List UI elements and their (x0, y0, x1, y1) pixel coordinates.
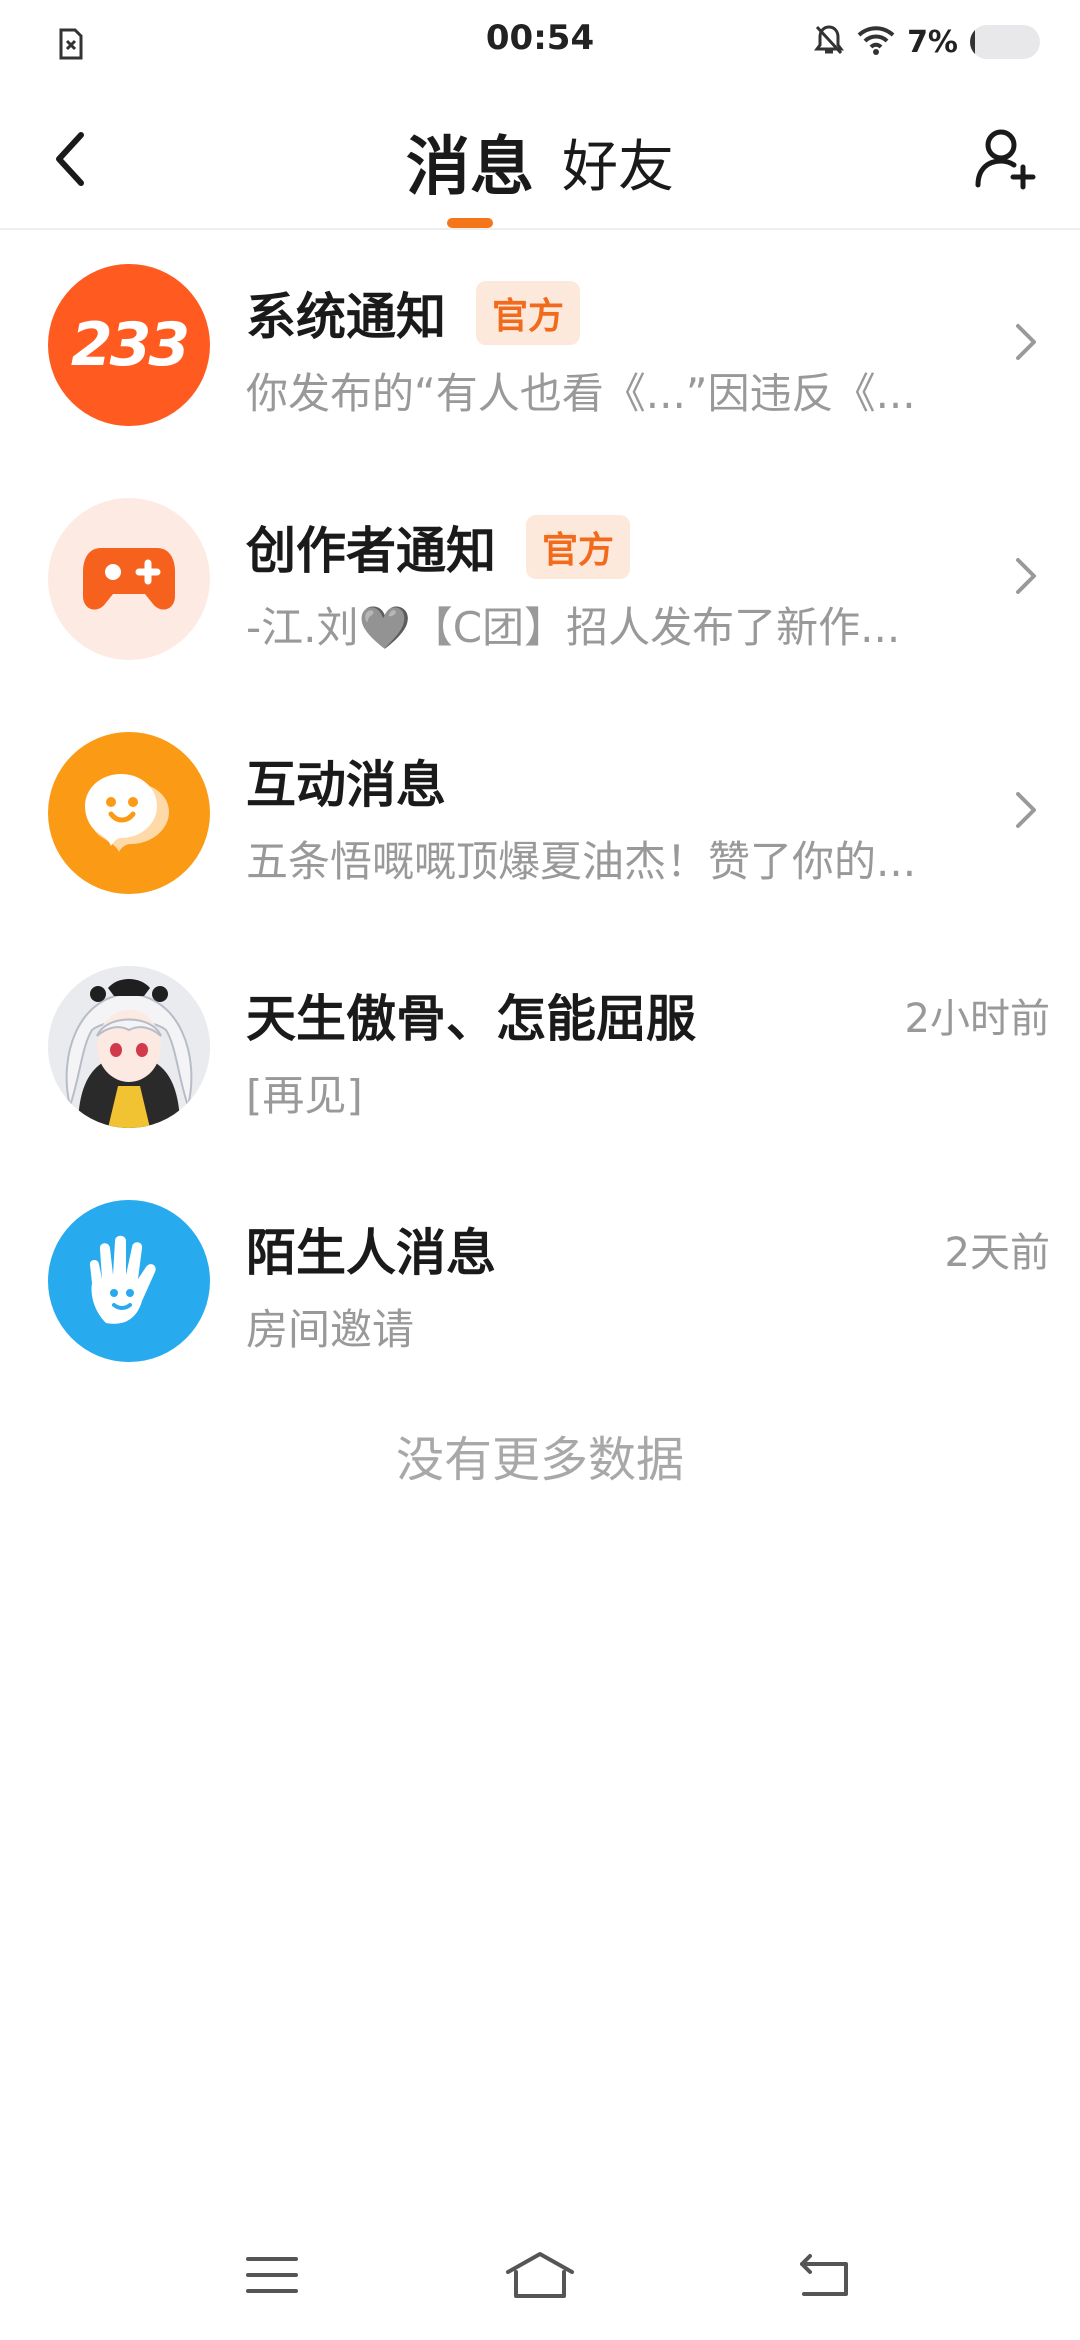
battery-percent: 7% (907, 24, 958, 60)
tab-messages-label: 消息 (406, 131, 534, 205)
stranger-avatar (48, 1200, 210, 1362)
user-avatar (48, 966, 210, 1128)
chat-bubble-icon (85, 774, 169, 852)
anime-avatar-image (48, 966, 210, 1128)
avatar-233-logo: 233 (70, 310, 190, 380)
title-row: 系统通知 官方 (246, 278, 581, 348)
title-row: 创作者通知 官方 (246, 512, 631, 582)
message-preview: 五条悟嘅嘅顶爆夏油杰！赞了你的... (246, 837, 917, 886)
battery-fill (970, 25, 975, 59)
mute-bell-icon (813, 23, 845, 61)
title-row: 陌生人消息 (246, 1214, 496, 1284)
chevron-right-icon (1006, 314, 1046, 370)
status-right-group: 7% (813, 22, 1040, 62)
list-item-system-notice[interactable]: 233 系统通知 官方 你发布的“有人也看《...”因违反《... (0, 232, 1080, 466)
wifi-icon (857, 25, 895, 59)
title-row: 天生傲骨、怎能屈服 (246, 980, 696, 1050)
chevron-right-icon (1006, 782, 1046, 838)
title-row: 互动消息 (246, 746, 446, 816)
message-preview: 你发布的“有人也看《...”因违反《... (246, 369, 916, 418)
gamepad-icon (83, 548, 175, 610)
tab-messages[interactable]: 消息 (406, 112, 534, 228)
battery-icon (970, 25, 1040, 59)
list-item-interaction[interactable]: 互动消息 五条悟嘅嘅顶爆夏油杰！赞了你的... (0, 700, 1080, 934)
message-preview: 房间邀请 (246, 1305, 415, 1354)
home-button[interactable] (500, 2240, 580, 2310)
tab-friends-label: 好友 (562, 134, 674, 200)
hand-wave-icon (89, 1235, 156, 1324)
menu-button[interactable] (232, 2240, 312, 2310)
chevron-right-icon (1006, 548, 1046, 604)
message-preview: [再见] (246, 1071, 363, 1120)
add-friend-button[interactable] (968, 120, 1044, 196)
list-item-creator-notice[interactable]: 创作者通知 官方 -江.刘🩶【C团】招人发布了新作... (0, 466, 1080, 700)
tab-friends[interactable]: 好友 (562, 112, 674, 212)
tab-active-indicator (447, 218, 493, 228)
back-nav-icon (800, 2254, 848, 2296)
message-list: 233 系统通知 官方 你发布的“有人也看《...”因违反《... 创作者通知 … (0, 232, 1080, 1402)
tab-bar: 消息 好友 (0, 112, 1080, 228)
no-more-data-text: 没有更多数据 (395, 1432, 684, 1488)
official-badge: 官方 (526, 515, 631, 579)
message-preview: -江.刘🩶【C团】招人发布了新作... (246, 603, 901, 652)
list-item-user-chat[interactable]: 天生傲骨、怎能屈服 [再见] 2小时前 (0, 934, 1080, 1168)
add-user-icon (975, 129, 1036, 190)
back-nav-button[interactable] (784, 2240, 864, 2310)
message-title: 互动消息 (246, 756, 446, 814)
screen: 00:54 7% 消息 好友 233 系统通知 官方 你发布的“有人也看《...… (0, 0, 1080, 2340)
system-notice-avatar: 233 (48, 264, 210, 426)
home-icon (506, 2252, 574, 2298)
creator-notice-avatar (48, 498, 210, 660)
official-badge: 官方 (476, 281, 581, 345)
header: 消息 好友 (0, 84, 1080, 230)
system-nav-bar (0, 2220, 1080, 2340)
message-title: 创作者通知 (246, 522, 496, 580)
message-title: 陌生人消息 (246, 1224, 496, 1282)
menu-icon (246, 2257, 298, 2293)
message-time: 2小时前 (904, 996, 1050, 1042)
message-title: 天生傲骨、怎能屈服 (246, 990, 696, 1048)
interaction-avatar (48, 732, 210, 894)
list-item-stranger-messages[interactable]: 陌生人消息 房间邀请 2天前 (0, 1168, 1080, 1402)
status-bar: 00:54 7% (0, 0, 1080, 84)
message-title: 系统通知 (246, 288, 446, 346)
message-time: 2天前 (944, 1230, 1050, 1276)
